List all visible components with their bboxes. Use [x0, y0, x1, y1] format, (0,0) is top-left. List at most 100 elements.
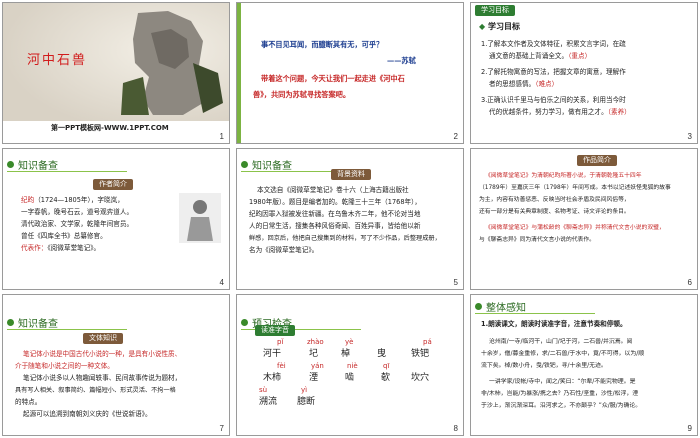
slide-number: 8 [453, 424, 458, 433]
work-line-4: 还有一部分是有关典章制度、名物考证、诗文评论的条目。 [479, 209, 630, 215]
bullet-icon [241, 161, 248, 168]
slide-9[interactable]: 整体感知 1.朗读课文，朗读时读准字音，注意节奏和停顿。 沧州南/一寺/临河干，… [470, 294, 698, 436]
slide-8[interactable]: 预习检查 读准字音 pǐ zhào yè pá 河干 圮 棹 曳 铁钯 fèi … [236, 294, 464, 436]
text-line-6: 于沙上，渐沉渐深耳。沿河求之，不亦颠乎？”众/服/为确论。 [481, 403, 642, 409]
header-underline [7, 171, 127, 172]
bg-line-2: 1980年版）。题目是编者加的。乾隆三十三年（1768年）， [249, 198, 422, 206]
slide-number: 6 [687, 278, 692, 287]
topic-tag: 背景资料 [331, 169, 371, 180]
text-line-4: 一讲学家/设帐/寺中，闻之/笑曰：“尔辈/不能究物理。是 [489, 379, 636, 385]
author-line-3: 清代政治家、文学家，乾隆年间官员。 [21, 220, 134, 228]
diamond-icon: ◆ [479, 22, 486, 31]
goal-2-a: 2.了解托物寓意的写法，把握文章的寓意，理解作 [481, 68, 626, 76]
work-line-5: 《阅微草堂笔记》与蒲松龄的《聊斋志异》并称清代文言小说的双璧， [485, 225, 665, 231]
section-header: 知识备查 [241, 157, 361, 172]
pinyin: yì [301, 386, 308, 394]
slide-footer: 第一PPT模板网-WWW.1PPT.COM [51, 124, 169, 132]
genre-line-1: 笔记体小说是中国古代小说的一种，是具有小说性质、 [23, 350, 182, 358]
section-header-text: 知识备查 [18, 319, 58, 330]
genre-line-6: 起源可以追溯到南朝刘义庆的《世说新语》。 [23, 410, 152, 418]
topic-tag: 读准字音 [255, 325, 295, 336]
author-line-4: 曾任《四库全书》总纂修官。 [21, 232, 107, 240]
word: 湮 [309, 373, 319, 383]
word: 铁钯 [411, 349, 430, 359]
genre-line-5: 的特点。 [15, 398, 42, 406]
word: 棹 [341, 349, 351, 359]
slide-title: 河中石兽 [27, 53, 88, 68]
section-header-text: 知识备查 [18, 161, 58, 172]
bullet-icon [241, 319, 248, 326]
quote-author: ——苏轼 [387, 56, 416, 65]
bullet-icon [475, 303, 482, 310]
work-line-6: 与《聊斋志异》同为清代文言小说的代表作。 [479, 237, 595, 243]
word: 曳 [377, 349, 387, 359]
slide-2[interactable]: 事不目见耳闻，而臆断其有无，可乎？ ——苏轼 带着这个问题，今天让我们一起走进《… [236, 2, 464, 144]
text-line-5: 非/木柿，岂能/为暴涨/携之去？乃石性/坚重，沙性/松浮，湮 [481, 391, 639, 397]
decor-bar [237, 3, 241, 143]
pinyin: zhào [307, 338, 324, 346]
text-line-1: 沧州南/一寺/临河干，山门/圮于河，二石兽/并沉焉。阅 [489, 339, 633, 345]
section-header-text: 整体感知 [486, 303, 526, 314]
header-underline [475, 313, 595, 314]
slide-6[interactable]: 作品简介 《阅微草堂笔记》为清朝纪昀所著小说，于清朝乾隆五十四年 （1789年）… [470, 148, 698, 290]
pinyin: sù [259, 386, 268, 394]
work-line-2: （1789年）至嘉庆三年（1798年）年间写成。本书以记述妖怪鬼狐的故事 [479, 185, 671, 191]
work-line-3: 为主，内容有劝善惩恶、反映当时社会矛盾及民间风俗等， [479, 197, 630, 203]
word: 臆断 [297, 397, 316, 407]
slide-number: 9 [687, 424, 692, 433]
section-header: 知识备查 [7, 315, 127, 330]
lead-line-1: 带着这个问题，今天让我们一起走进《河中石 [261, 74, 405, 83]
goal-3-b: 代的优越条件，努力学习，做有用之才。（素养） [489, 108, 631, 116]
word: 溯流 [259, 397, 278, 407]
bg-line-3: 纪昀因罪入狱被发往新疆。在乌鲁木齐二年，他不论对当地 [249, 210, 421, 218]
word: 坎穴 [411, 373, 430, 383]
word: 欹 [381, 373, 391, 383]
topic-tag: 作品简介 [577, 155, 617, 166]
slide-4[interactable]: 知识备查 作者简介 纪昀（1724—1805年），字晓岚， 一字春帆，晚号石云，… [2, 148, 230, 290]
bullet-icon [7, 161, 14, 168]
goal-2-b: 者的思想感情。（难点） [489, 80, 559, 88]
pinyin: fèi [277, 362, 286, 370]
section-header: 知识备查 [7, 157, 127, 172]
slide-number: 4 [219, 278, 224, 287]
slide-7[interactable]: 知识备查 文体知识 笔记体小说是中国古代小说的一种，是具有小说性质、 介于随笔和… [2, 294, 230, 436]
quote-text: 事不目见耳闻，而臆断其有无，可乎？ [261, 40, 384, 49]
slide-5[interactable]: 知识备查 背景资料 本文选自《阅微草堂笔记》卷十六（上海古籍出版社 1980年版… [236, 148, 464, 290]
section-heading: ◆ 学习目标 [479, 21, 520, 32]
goal-3-a: 3.正确认识千里马与伯乐之间的关系，利用当今时 [481, 96, 626, 104]
goal-1-b: 通文意的基础上背诵全文。（重点） [489, 52, 592, 60]
author-portrait [179, 193, 221, 243]
bg-line-4: 人的日常生活，搜集各种风俗奇闻、百姓异事，皆给他以新 [249, 222, 421, 230]
bg-line-6: 名为《阅微草堂笔记》。 [249, 246, 319, 254]
slide-3[interactable]: 学习目标 ◆ 学习目标 1.了解本文作者及文体特征，积累文言字词，在疏 通文意的… [470, 2, 698, 144]
text-line-3: 流下矣。棹/数小舟，曳/铁钯，寻/十余里/无迹。 [481, 363, 607, 369]
header-underline [7, 329, 127, 330]
genre-line-3: 笔记体小说多以人物趣闻轶事、民间故事传说为题材， [23, 374, 182, 382]
bg-line-5: 鲜感，回京后，他把自己搜集到的材料，写了不少作品，后整理成册， [249, 235, 441, 242]
word: 圮 [309, 349, 319, 359]
goal-1-a: 1.了解本文作者及文体特征，积累文言字词，在疏 [481, 40, 626, 48]
author-rep: 代表作：《阅微草堂笔记》。 [21, 244, 101, 252]
slide-number: 7 [219, 424, 224, 433]
section-tag: 学习目标 [475, 5, 515, 16]
author-line-2: 一字春帆，晚号石云，道号观弈道人。 [21, 208, 134, 216]
pinyin: qī [383, 362, 390, 370]
word: 啮 [345, 373, 355, 383]
slide-number: 2 [453, 132, 458, 141]
word: 河干 [263, 349, 282, 359]
pinyin: niè [347, 362, 358, 370]
section-heading-text: 学习目标 [487, 22, 520, 31]
topic-tag: 作者简介 [93, 179, 133, 190]
slide-1[interactable]: 河中石兽 第一PPT模板网-WWW.1PPT.COM 1 [2, 2, 230, 144]
text-line-2: 十余岁，僧/募金重修，求/二石兽/于水中，竟/不可得，以为/顺 [481, 351, 645, 357]
task-heading: 1.朗读课文，朗读时读准字音，注意节奏和停顿。 [481, 320, 627, 328]
pinyin: pá [423, 338, 432, 346]
word: 木柿 [263, 373, 282, 383]
pinyin: yán [311, 362, 324, 370]
slide-number: 5 [453, 278, 458, 287]
slide-number: 3 [687, 132, 692, 141]
genre-line-4: 具有写人相关、叙事简约、篇幅短小、形式灵活、不拘一格 [15, 387, 176, 394]
pinyin: yè [345, 338, 354, 346]
bullet-icon [7, 319, 14, 326]
genre-line-2: 介于随笔和小说之间的一种文体。 [15, 362, 114, 370]
